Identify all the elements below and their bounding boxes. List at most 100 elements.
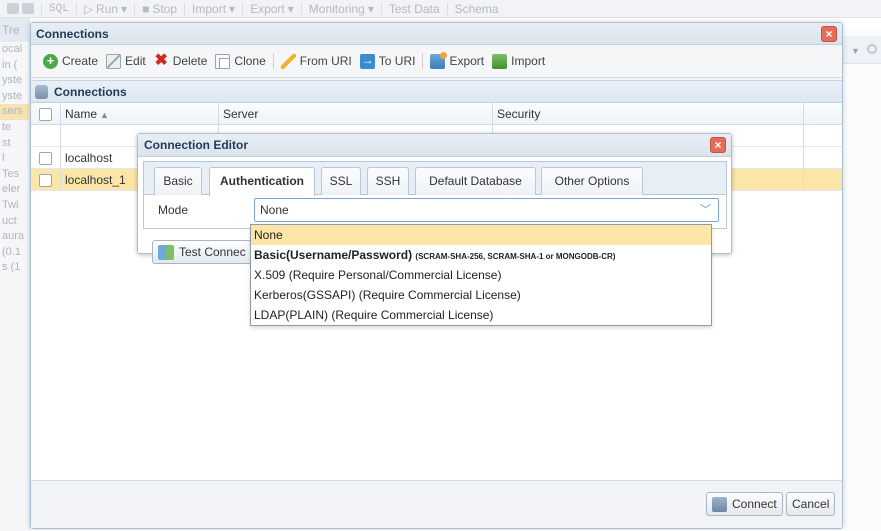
tab-basic[interactable]: Basic bbox=[154, 167, 202, 195]
export-button[interactable]: Export bbox=[426, 51, 488, 71]
mode-select-value: None bbox=[260, 203, 289, 217]
toolbar-separator bbox=[272, 53, 274, 69]
mode-option-none[interactable]: None bbox=[251, 225, 711, 245]
tab-default-database-label: Default Database bbox=[429, 174, 522, 188]
connect-button[interactable]: Connect bbox=[706, 492, 783, 516]
filter-extra bbox=[804, 125, 842, 146]
grid-title-bar: Connections bbox=[31, 81, 842, 103]
select-all-cell bbox=[31, 103, 61, 124]
bg-tree-item: sers bbox=[0, 104, 29, 120]
close-editor-button[interactable]: × bbox=[710, 137, 726, 153]
tab-basic-label: Basic bbox=[163, 174, 193, 188]
bg-tree-item: yste bbox=[2, 74, 23, 87]
connect-icon bbox=[712, 496, 727, 512]
import-label: Import bbox=[511, 54, 546, 68]
column-header-security[interactable]: Security bbox=[493, 103, 804, 124]
tab-ssh[interactable]: SSH bbox=[367, 167, 409, 195]
connections-window-title: Connections × bbox=[31, 23, 842, 45]
bg-run-item: ▷ Run ▾ bbox=[77, 1, 136, 16]
connections-toolbar: + Create Edit ✖ Delete Clone From URI To U… bbox=[31, 45, 842, 78]
tab-authentication[interactable]: Authentication bbox=[209, 167, 315, 196]
bg-schema-item: Schema bbox=[448, 2, 506, 16]
bg-tree-item: in ( bbox=[2, 58, 18, 71]
mode-option-basic[interactable]: Basic(Username/Password) (SCRAM-SHA-256,… bbox=[251, 245, 711, 265]
tab-ssl[interactable]: SSL bbox=[321, 167, 361, 195]
play-icon: ▷ bbox=[83, 1, 94, 16]
create-button[interactable]: + Create bbox=[39, 51, 102, 71]
tab-authentication-label: Authentication bbox=[220, 174, 304, 188]
connection-editor-title: Connection Editor × bbox=[138, 134, 731, 157]
delete-button[interactable]: ✖ Delete bbox=[150, 51, 212, 71]
bg-tree-item: aura bbox=[2, 230, 25, 243]
option-label: Kerberos(GSSAPI) (Require Commercial Lic… bbox=[254, 288, 521, 302]
delete-x-icon: ✖ bbox=[154, 51, 168, 69]
cancel-label: Cancel bbox=[792, 497, 830, 511]
option-label: LDAP(PLAIN) (Require Commercial License) bbox=[254, 308, 494, 322]
back-icon bbox=[7, 3, 19, 14]
export-uri-icon bbox=[359, 53, 375, 69]
mode-option-kerberos[interactable]: Kerberos(GSSAPI) (Require Commercial Lic… bbox=[251, 285, 711, 305]
from-uri-label: From URI bbox=[299, 54, 352, 68]
test-connection-button[interactable]: Test Connec bbox=[152, 240, 252, 264]
row-extra bbox=[804, 147, 842, 168]
column-header-server[interactable]: Server bbox=[219, 103, 493, 124]
bg-tree-item: (0.1 bbox=[2, 245, 21, 258]
bg-stop-item: ■ Stop bbox=[135, 2, 186, 16]
background-toolbar-icons bbox=[0, 2, 42, 15]
to-uri-label: To URI bbox=[378, 54, 416, 68]
database-icon bbox=[35, 84, 48, 99]
row-extra bbox=[804, 169, 842, 190]
test-connection-icon bbox=[158, 244, 174, 260]
mode-option-x509[interactable]: X.509 (Require Personal/Commercial Licen… bbox=[251, 265, 711, 285]
chevron-down-icon: ﹀ bbox=[700, 204, 711, 216]
edit-button[interactable]: Edit bbox=[102, 51, 150, 71]
bg-tree-item: uct bbox=[2, 214, 17, 227]
from-uri-button[interactable]: From URI bbox=[277, 51, 356, 71]
option-label: None bbox=[254, 228, 283, 242]
bg-import-label: Import bbox=[192, 1, 227, 16]
select-all-checkbox[interactable] bbox=[39, 108, 52, 122]
bg-right-band: ▼ bbox=[843, 36, 881, 64]
bg-run-label: Run bbox=[96, 1, 119, 16]
bg-tree-item: ocal bbox=[2, 43, 23, 55]
import-button[interactable]: Import bbox=[488, 51, 549, 71]
row-checkbox[interactable] bbox=[39, 174, 52, 188]
clone-button[interactable]: Clone bbox=[211, 51, 269, 71]
editor-title-text: Connection Editor bbox=[144, 138, 248, 152]
connect-label: Connect bbox=[732, 497, 777, 511]
delete-label: Delete bbox=[172, 54, 208, 68]
column-header-name[interactable]: Name ▲ bbox=[61, 103, 219, 124]
bg-export-item: Export ▾ bbox=[243, 2, 302, 16]
bg-sql-item: SQL bbox=[42, 2, 77, 15]
close-window-button[interactable]: × bbox=[821, 26, 837, 42]
editor-tab-panel: Basic Authentication SSL SSH Default Dat… bbox=[143, 161, 727, 229]
clone-icon bbox=[215, 53, 231, 69]
to-uri-button[interactable]: To URI bbox=[356, 51, 420, 71]
bg-tree-item: l bbox=[2, 152, 5, 165]
background-toolbar: SQL ▷ Run ▾ ■ Stop Import ▾ Export ▾ Monit… bbox=[0, 0, 881, 18]
column-name-label: Name bbox=[65, 107, 98, 121]
clone-label: Clone bbox=[234, 54, 266, 68]
bg-tree-header: Tre bbox=[0, 18, 29, 42]
bg-tree-item: s (1 bbox=[2, 261, 21, 274]
mode-select[interactable]: None ﹀ bbox=[254, 198, 719, 222]
sort-ascending-icon: ▲ bbox=[100, 110, 109, 120]
filter-cell bbox=[31, 125, 61, 146]
cancel-button[interactable]: Cancel bbox=[786, 492, 836, 516]
bg-import-item: Import ▾ bbox=[185, 1, 244, 16]
row-checkbox-cell bbox=[31, 147, 61, 168]
toolbar-separator bbox=[422, 53, 424, 69]
mode-option-ldap[interactable]: LDAP(PLAIN) (Require Commercial License) bbox=[251, 305, 711, 325]
tab-ssl-label: SSL bbox=[329, 174, 353, 188]
chevron-down-icon: ▼ bbox=[851, 46, 860, 56]
row-checkbox[interactable] bbox=[39, 152, 52, 166]
tab-other-options[interactable]: Other Options bbox=[541, 167, 643, 195]
export-label: Export bbox=[449, 54, 485, 68]
editor-tabbar: Basic Authentication SSL SSH Default Dat… bbox=[144, 162, 726, 196]
column-server-label: Server bbox=[223, 107, 259, 121]
option-detail: (SCRAM-SHA-256, SCRAM-SHA-1 or MONGODB-C… bbox=[415, 252, 616, 261]
mode-dropdown-list: None Basic(Username/Password) (SCRAM-SHA… bbox=[250, 224, 712, 326]
bg-tree-item: te bbox=[2, 120, 12, 133]
bg-testdata-label: Test Data bbox=[388, 1, 440, 16]
tab-default-database[interactable]: Default Database bbox=[415, 167, 536, 195]
